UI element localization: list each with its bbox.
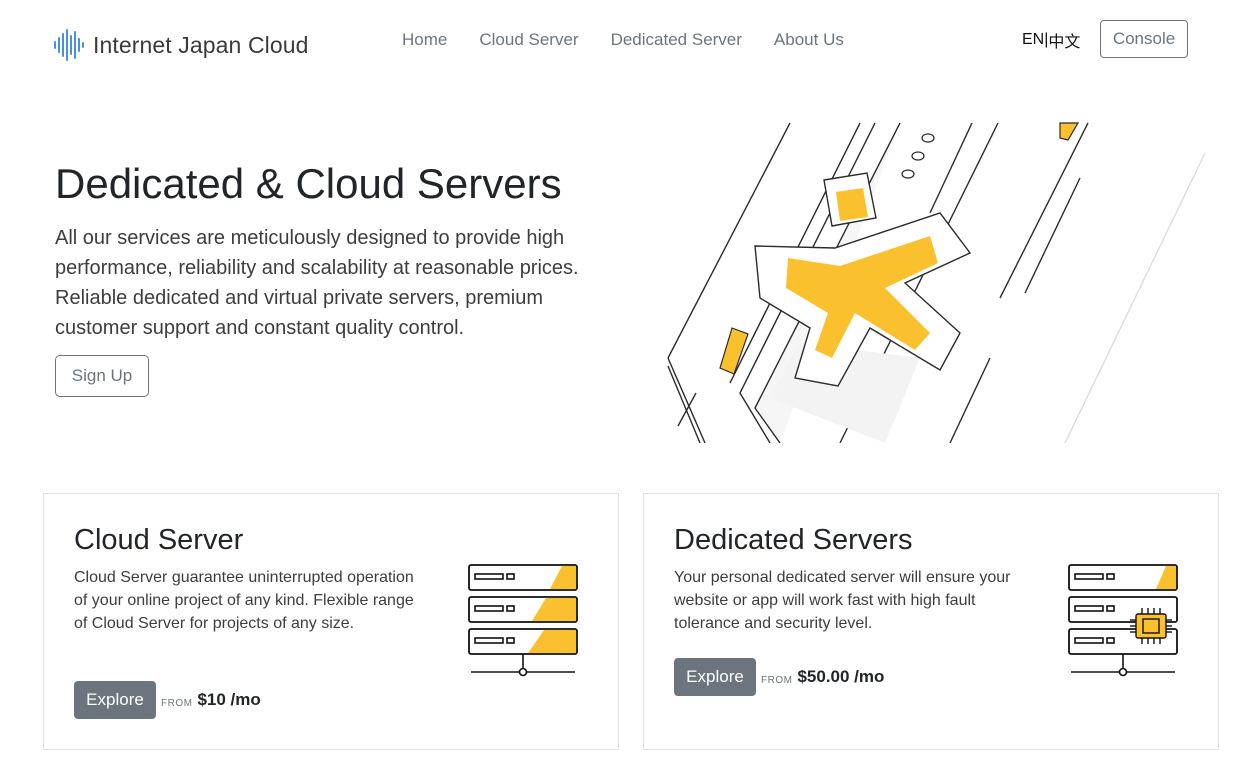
sound-wave-icon	[54, 29, 84, 61]
card-description: Your personal dedicated server will ensu…	[674, 569, 1011, 632]
price-label: $10 /mo	[197, 690, 261, 709]
main-nav: Home Cloud Server Dedicated Server About…	[402, 30, 876, 50]
signup-button[interactable]: Sign Up	[55, 355, 149, 397]
nav-link-about-us[interactable]: About Us	[774, 30, 844, 50]
brand-name: Internet Japan Cloud	[93, 31, 309, 58]
cloud-server-card: Cloud Server Cloud Server guarantee unin…	[43, 493, 619, 750]
console-button[interactable]: Console	[1100, 20, 1188, 58]
brand-logo-link[interactable]: Internet Japan Cloud	[52, 28, 309, 62]
lang-en-link[interactable]: EN	[1022, 31, 1044, 49]
from-label: FROM	[161, 697, 193, 709]
card-title: Cloud Server	[74, 524, 244, 556]
hero-title: Dedicated & Cloud Servers	[55, 160, 562, 207]
explore-cloud-button[interactable]: Explore	[74, 681, 156, 719]
explore-dedicated-button[interactable]: Explore	[674, 658, 756, 696]
nav-link-cloud-server[interactable]: Cloud Server	[479, 30, 578, 50]
server-rack-icon	[468, 564, 578, 677]
card-title: Dedicated Servers	[674, 524, 913, 556]
card-description: Cloud Server guarantee uninterrupted ope…	[74, 569, 414, 632]
price-label: $50.00 /mo	[797, 667, 885, 686]
navbar: Internet Japan Cloud Home Cloud Server D…	[0, 0, 1237, 82]
nav-link-home[interactable]: Home	[402, 30, 447, 50]
nav-link-dedicated-server[interactable]: Dedicated Server	[611, 30, 742, 50]
dedicated-servers-card: Dedicated Servers Your personal dedicate…	[643, 493, 1219, 750]
card-footer: Explore FROM $10 /mo	[74, 681, 261, 719]
hero-description: All our services are meticulously design…	[55, 227, 579, 339]
from-label: FROM	[761, 674, 793, 686]
server-chip-icon	[1068, 564, 1178, 677]
lang-zh-link[interactable]: 中文	[1048, 28, 1080, 52]
card-footer: Explore FROM $50.00 /mo	[674, 658, 884, 696]
language-switcher: EN | 中文	[1022, 28, 1080, 52]
hero-illustration	[667, 122, 1206, 443]
